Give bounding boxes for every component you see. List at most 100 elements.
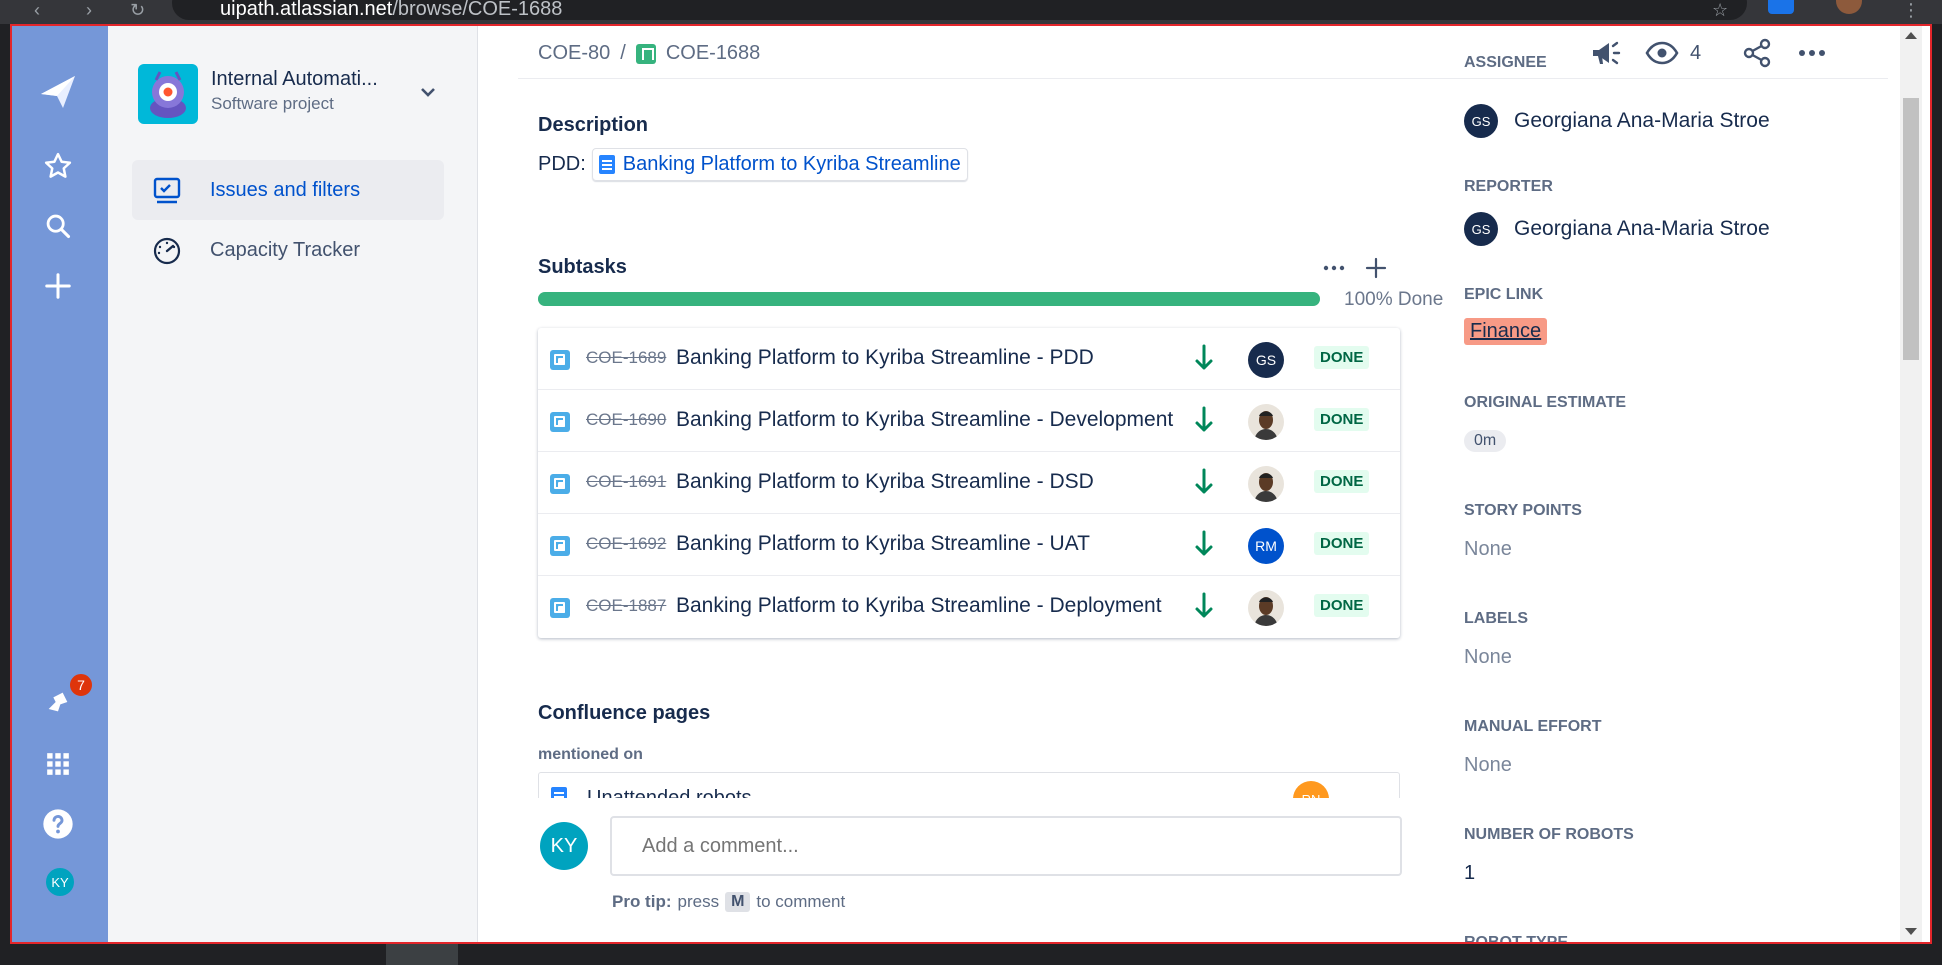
number-of-robots-label: NUMBER OF ROBOTS	[1464, 826, 1634, 843]
share-button[interactable]	[1740, 36, 1774, 76]
pdd-link[interactable]: Banking Platform to Kyriba Streamline	[591, 148, 968, 181]
extension-icon[interactable]	[1768, 0, 1794, 14]
subtask-icon	[550, 536, 570, 556]
sidebar-item-issues-and-filters[interactable]: Issues and filters	[132, 160, 444, 220]
address-bar[interactable]: uipath.atlassian.net/browse/COE-1688	[172, 0, 1747, 20]
confluence-page-row[interactable]: Unattended robots RN	[538, 772, 1400, 798]
back-icon[interactable]: ‹	[34, 0, 40, 21]
subtask-row[interactable]: COE-1690 Banking Platform to Kyriba Strea…	[538, 390, 1400, 452]
manual-effort-value[interactable]: None	[1464, 754, 1512, 777]
status-badge[interactable]: DONE	[1314, 346, 1370, 369]
breadcrumb-parent[interactable]: COE-80	[538, 42, 610, 65]
bookmark-star-icon[interactable]: ☆	[1712, 0, 1728, 21]
confluence-page-icon	[551, 787, 567, 798]
reporter-name: Georgiana Ana-Maria Stroe	[1514, 217, 1770, 240]
comment-section: KY Pro tip: press M to comment	[478, 798, 1428, 942]
subtask-key[interactable]: COE-1692	[586, 534, 666, 554]
app-switcher-icon[interactable]	[38, 744, 78, 784]
reporter-field[interactable]: GS Georgiana Ana-Maria Stroe	[1464, 212, 1770, 246]
star-icon[interactable]	[38, 146, 78, 186]
priority-low-icon	[1194, 592, 1214, 620]
notification-badge: 7	[68, 672, 94, 698]
subtask-summary[interactable]: Banking Platform to Kyriba Streamline - …	[676, 532, 1090, 556]
subtask-summary[interactable]: Banking Platform to Kyriba Streamline - …	[676, 470, 1094, 494]
taskbar-item[interactable]	[386, 944, 458, 965]
story-points-value[interactable]: None	[1464, 538, 1512, 561]
sidebar-item-label: Capacity Tracker	[210, 238, 361, 261]
labels-label: LABELS	[1464, 610, 1528, 627]
assignee-avatar: RM	[1248, 528, 1284, 564]
speedometer-icon	[152, 236, 182, 266]
kebab-menu-icon[interactable]: ⋮	[1902, 0, 1920, 21]
subtask-key[interactable]: COE-1689	[586, 348, 666, 368]
create-plus-icon[interactable]	[38, 266, 78, 306]
add-subtask-icon[interactable]	[1364, 256, 1388, 285]
assignee-avatar: GS	[1248, 342, 1284, 378]
subtask-row[interactable]: COE-1691 Banking Platform to Kyriba Strea…	[538, 452, 1400, 514]
scrollbar[interactable]	[1900, 26, 1922, 942]
feedback-button[interactable]	[1588, 36, 1622, 76]
priority-low-icon	[1194, 406, 1214, 434]
confluence-heading: Confluence pages	[538, 702, 711, 724]
page-author-avatar: RN	[1293, 781, 1329, 798]
sidebar-item-capacity-tracker[interactable]: Capacity Tracker	[132, 220, 444, 280]
pro-tip: Pro tip: press M to comment	[612, 892, 845, 912]
subtask-row[interactable]: COE-1689 Banking Platform to Kyriba Strea…	[538, 328, 1400, 390]
original-estimate-value[interactable]: 0m	[1464, 430, 1507, 452]
subtask-icon	[550, 412, 570, 432]
subtasks-more-icon[interactable]	[1322, 258, 1346, 283]
chevron-down-icon[interactable]	[420, 82, 436, 103]
epic-link-label: EPIC LINK	[1464, 286, 1544, 303]
browser-toolbar: ‹ › ↻ uipath.atlassian.net/browse/COE-16…	[0, 0, 1942, 24]
project-avatar[interactable]	[138, 64, 198, 124]
scroll-down-arrow[interactable]	[1905, 928, 1917, 935]
scrollbar-thumb[interactable]	[1903, 98, 1919, 360]
assignee-field[interactable]: GS Georgiana Ana-Maria Stroe	[1464, 104, 1770, 138]
subtask-row[interactable]: COE-1887 Banking Platform to Kyriba Strea…	[538, 576, 1400, 638]
watch-button[interactable]	[1644, 36, 1680, 76]
header-divider	[518, 78, 1888, 79]
story-icon	[635, 43, 656, 64]
project-name[interactable]: Internal Automati...	[211, 68, 378, 91]
forward-icon[interactable]: ›	[86, 0, 92, 21]
confluence-page-title: Unattended robots	[587, 787, 752, 798]
search-icon[interactable]	[38, 206, 78, 246]
subtask-key[interactable]: COE-1887	[586, 596, 666, 616]
more-actions-button[interactable]	[1794, 36, 1830, 76]
robot-type-label: ROBOT TYPE	[1464, 934, 1569, 944]
assignee-photo-avatar	[1248, 404, 1284, 440]
labels-value[interactable]: None	[1464, 646, 1512, 669]
status-badge[interactable]: DONE	[1314, 408, 1370, 431]
breadcrumb: COE-80 / COE-1688	[538, 42, 760, 65]
jira-logo-icon[interactable]	[38, 72, 78, 112]
subtask-icon	[550, 474, 570, 494]
subtask-key[interactable]: COE-1690	[586, 410, 666, 430]
project-sidebar: Internal Automati... Software project Is…	[108, 26, 478, 942]
comment-input[interactable]	[610, 816, 1402, 876]
user-avatar[interactable]: KY	[44, 866, 76, 898]
assignee-photo-avatar	[1248, 466, 1284, 502]
scroll-up-arrow[interactable]	[1905, 32, 1917, 39]
status-badge[interactable]: DONE	[1314, 594, 1370, 617]
progress-label: 100% Done	[1344, 289, 1444, 310]
breadcrumb-current[interactable]: COE-1688	[666, 42, 761, 65]
subtask-summary[interactable]: Banking Platform to Kyriba Streamline - …	[676, 408, 1173, 432]
subtask-key[interactable]: COE-1691	[586, 472, 666, 492]
epic-link[interactable]: Finance	[1464, 318, 1548, 345]
priority-low-icon	[1194, 344, 1214, 372]
assignee-name: Georgiana Ana-Maria Stroe	[1514, 109, 1770, 132]
watch-count: 4	[1690, 42, 1702, 64]
reload-icon[interactable]: ↻	[130, 0, 145, 21]
status-badge[interactable]: DONE	[1314, 532, 1370, 555]
subtask-summary[interactable]: Banking Platform to Kyriba Streamline - …	[676, 594, 1162, 618]
subtask-row[interactable]: COE-1692 Banking Platform to Kyriba Strea…	[538, 514, 1400, 576]
project-type: Software project	[211, 94, 334, 113]
status-badge[interactable]: DONE	[1314, 470, 1370, 493]
help-icon[interactable]	[38, 804, 78, 844]
profile-icon[interactable]	[1836, 0, 1862, 14]
subtask-summary[interactable]: Banking Platform to Kyriba Streamline - …	[676, 346, 1094, 370]
assignee-label: ASSIGNEE	[1464, 54, 1547, 71]
confluence-subheading: mentioned on	[538, 746, 643, 763]
issue-view: COE-80 / COE-1688 4 Description PDD: Ban…	[478, 26, 1922, 942]
number-of-robots-value[interactable]: 1	[1464, 862, 1475, 885]
